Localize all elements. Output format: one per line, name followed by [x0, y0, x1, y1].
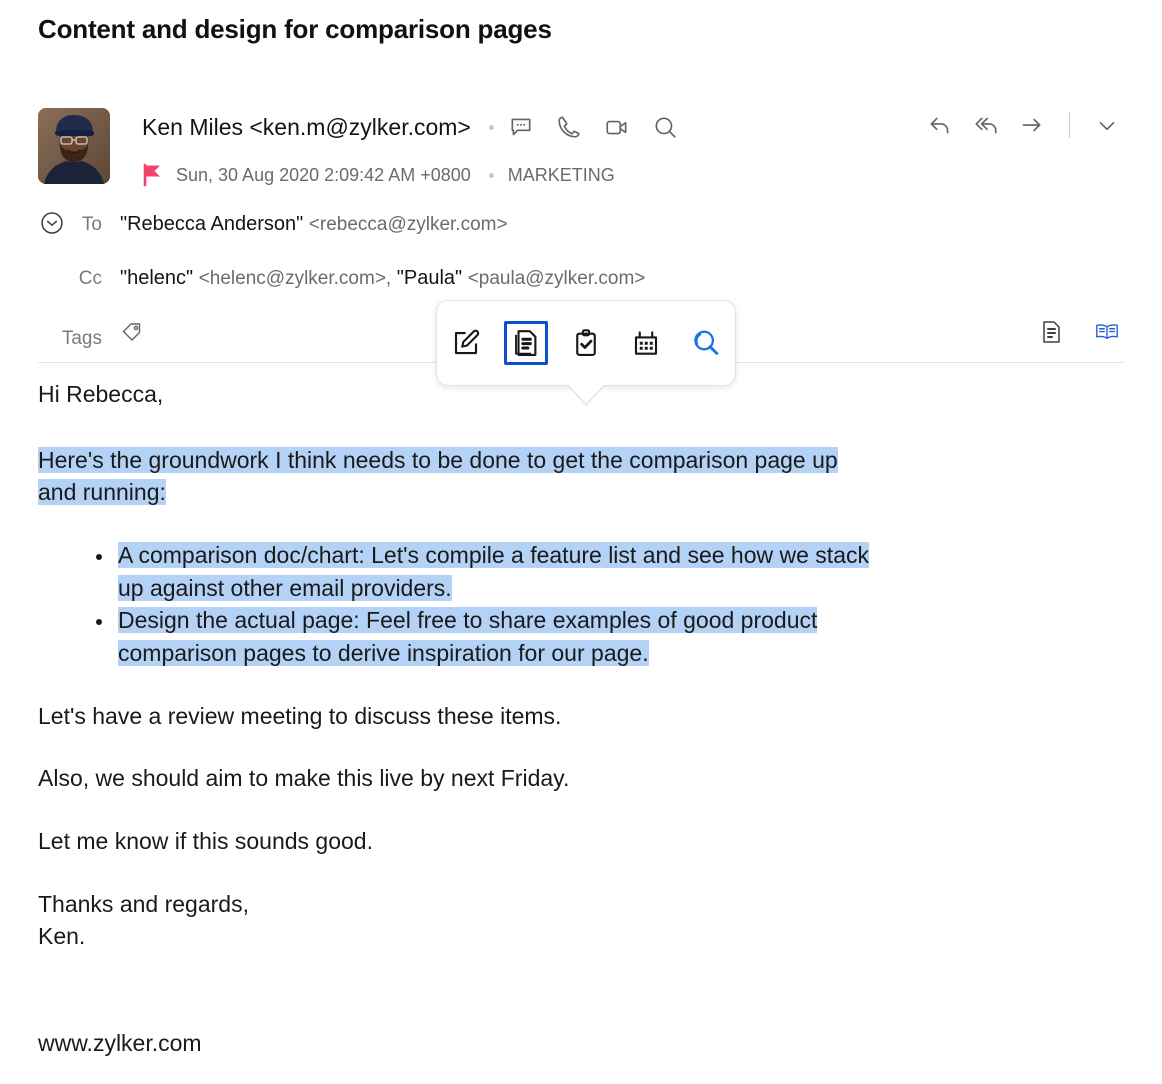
sender-quick-actions — [508, 114, 678, 140]
cc-email-1: <helenc@zylker.com>, — [199, 268, 392, 289]
message-actions — [927, 112, 1120, 138]
cc-name-2: "Paula" — [397, 267, 462, 289]
body-signature-name: Ken. — [38, 920, 1128, 953]
reply-all-icon[interactable] — [973, 112, 999, 138]
tags-row: Tags — [38, 320, 146, 350]
folder-label: MARKETING — [508, 165, 615, 186]
tags-label: Tags — [38, 328, 120, 350]
search-icon[interactable] — [652, 114, 678, 140]
date-row: Sun, 30 Aug 2020 2:09:42 AM +0800 MARKET… — [142, 163, 615, 187]
to-label: To — [38, 214, 120, 236]
body-paragraph-2: Also, we should aim to make this live by… — [38, 762, 1128, 795]
search-zoom-icon[interactable] — [684, 321, 728, 365]
phone-icon[interactable] — [556, 114, 582, 140]
signature-website: www.zylker.com — [38, 1030, 202, 1057]
reply-icon[interactable] — [927, 112, 953, 138]
highlight-span: Here's the groundwork I think needs to b… — [38, 447, 838, 473]
notes-document-icon[interactable] — [504, 321, 548, 365]
body-paragraph-3: Let me know if this sounds good. — [38, 825, 1128, 858]
body-intro-line-1: Here's the groundwork I think needs to b… — [38, 444, 1128, 477]
separator-dot — [489, 173, 494, 178]
body-paragraph-1: Let's have a review meeting to discuss t… — [38, 700, 1128, 733]
context-popup-toolbar — [436, 300, 736, 386]
cc-name-1: "helenc" — [120, 267, 193, 289]
tags-row-actions — [1040, 318, 1120, 346]
sender-row: Ken Miles <ken.m@zylker.com> — [142, 110, 678, 144]
highlight-span: up against other email providers. — [118, 575, 452, 601]
flag-icon[interactable] — [142, 163, 164, 187]
highlight-span: and running: — [38, 479, 166, 505]
list-item: A comparison doc/chart: Let's compile a … — [96, 539, 1128, 604]
chevron-down-icon[interactable] — [1094, 112, 1120, 138]
message-date: Sun, 30 Aug 2020 2:09:42 AM +0800 — [176, 165, 471, 186]
page-title: Content and design for comparison pages — [38, 14, 552, 45]
to-value[interactable]: "Rebecca Anderson" <rebecca@zylker.com> — [120, 213, 508, 236]
forward-icon[interactable] — [1019, 112, 1045, 138]
recipient-row-to: To "Rebecca Anderson" <rebecca@zylker.co… — [38, 213, 508, 236]
highlight-span: A comparison doc/chart: Let's compile a … — [118, 542, 869, 568]
to-email: <rebecca@zylker.com> — [309, 214, 508, 235]
list-item: Design the actual page: Feel free to sha… — [96, 604, 1128, 669]
chat-icon[interactable] — [508, 114, 534, 140]
popup-arrow — [568, 385, 604, 407]
message-body: Hi Rebecca, Here's the groundwork I thin… — [38, 378, 1128, 953]
action-divider — [1069, 112, 1070, 138]
cc-label: Cc — [38, 268, 120, 290]
tag-icon[interactable] — [120, 320, 146, 344]
highlight-span: Design the actual page: Feel free to sha… — [118, 607, 817, 633]
body-signoff: Thanks and regards, — [38, 888, 1128, 921]
separator-dot — [489, 125, 494, 130]
video-icon[interactable] — [604, 114, 630, 140]
recipient-row-cc: Cc "helenc" <helenc@zylker.com>, "Paula"… — [38, 267, 645, 290]
cc-value[interactable]: "helenc" <helenc@zylker.com>, "Paula" <p… — [120, 267, 645, 290]
avatar — [38, 108, 110, 184]
body-bullet-list: A comparison doc/chart: Let's compile a … — [38, 539, 1128, 670]
calendar-icon[interactable] — [624, 321, 668, 365]
sender-name: Ken Miles <ken.m@zylker.com> — [142, 114, 471, 141]
notes-document-icon[interactable] — [1040, 318, 1066, 346]
task-clipboard-icon[interactable] — [564, 321, 608, 365]
to-name: "Rebecca Anderson" — [120, 213, 303, 235]
cc-email-2: <paula@zylker.com> — [468, 268, 646, 289]
note-edit-icon[interactable] — [444, 321, 488, 365]
body-intro-line-2: and running: — [38, 476, 1128, 509]
highlight-span: comparison pages to derive inspiration f… — [118, 640, 649, 666]
reading-book-icon[interactable] — [1094, 318, 1120, 346]
